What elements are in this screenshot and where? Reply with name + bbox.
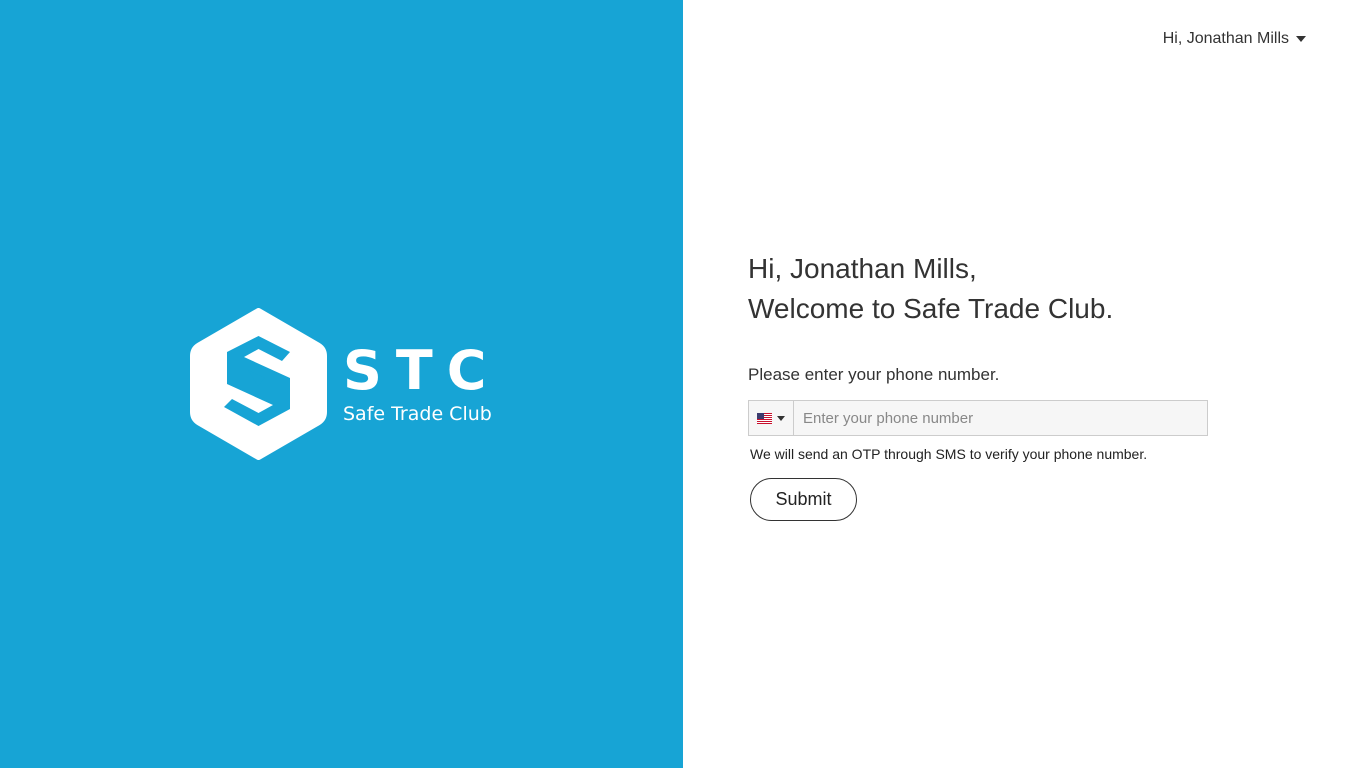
content-panel: Hi, Jonathan Mills Hi, Jonathan Mills, W… [683,0,1366,768]
country-chevron-down-icon [777,415,785,421]
phone-prompt: Please enter your phone number. [748,365,1000,384]
greeting-line-1: Hi, Jonathan Mills, [748,253,977,284]
phone-form: Hi, Jonathan Mills, Welcome to Safe Trad… [748,249,1208,521]
greeting-line-2: Welcome to Safe Trade Club. [748,293,1114,324]
phone-input[interactable] [794,401,1207,435]
stc-logo-icon [190,308,327,460]
page: STC Safe Trade Club Hi, Jonathan Mills H… [0,0,1366,768]
brand-text: STC Safe Trade Club [343,342,500,426]
brand-name: Safe Trade Club [343,403,492,425]
us-flag-icon [757,412,772,424]
user-menu-label: Hi, Jonathan Mills [1162,30,1289,47]
country-code-select[interactable] [749,401,794,435]
brand-abbr: STC [343,339,501,402]
user-menu-dropdown[interactable]: Hi, Jonathan Mills [1163,30,1306,48]
phone-field [748,400,1208,436]
brand-logo: STC Safe Trade Club [190,308,500,460]
brand-panel: STC Safe Trade Club [0,0,683,768]
otp-note: We will send an OTP through SMS to verif… [750,446,1148,462]
chevron-down-icon [1296,36,1306,42]
submit-button[interactable]: Submit [750,478,857,521]
